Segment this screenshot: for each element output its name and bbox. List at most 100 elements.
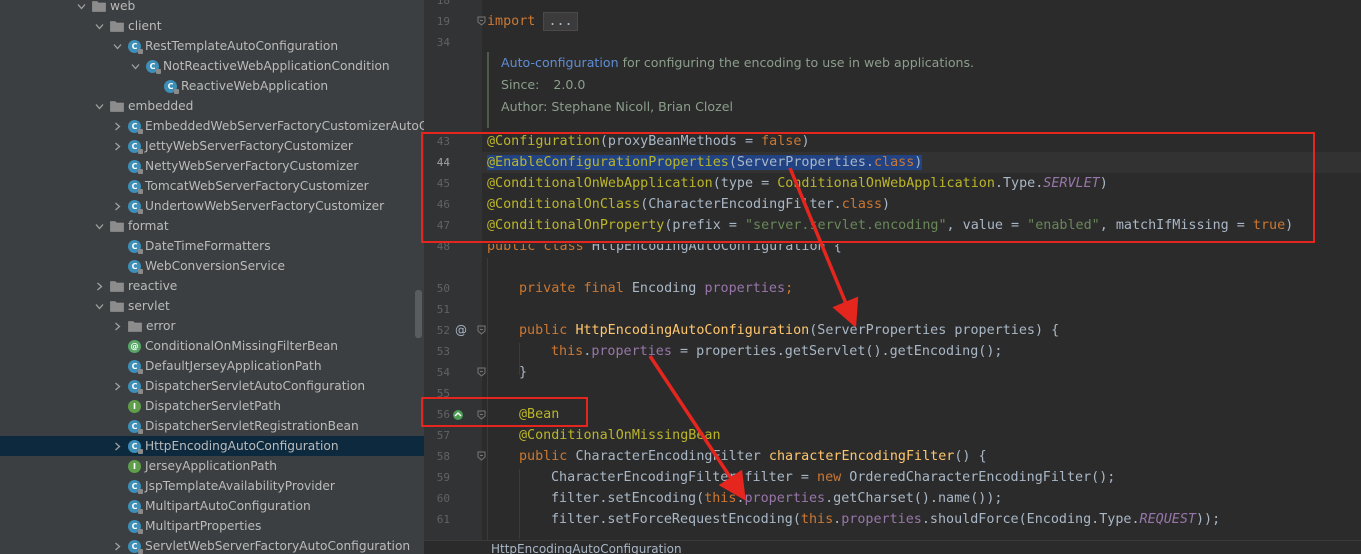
tree-item-datetimeformatters[interactable]: C DateTimeFormatters xyxy=(0,236,424,256)
project-tree[interactable]: web client C RestTemplateAutoConfiguration C… xyxy=(0,0,424,554)
code-token: filter.setForceRequestEncoding( xyxy=(551,512,801,527)
folder-icon xyxy=(128,320,142,332)
chevron-right-icon[interactable] xyxy=(94,279,104,293)
folded-imports[interactable]: ... xyxy=(543,11,578,31)
chevron-down-icon[interactable] xyxy=(112,39,122,53)
tree-item-format[interactable]: format xyxy=(0,216,424,236)
class-icon: C xyxy=(128,539,143,554)
code-line-58[interactable]: public CharacterEncodingFilter character… xyxy=(519,446,987,467)
tree-item-servlet[interactable]: servlet xyxy=(0,296,424,316)
fold-toggle-icon[interactable] xyxy=(477,325,486,335)
class-icon: C xyxy=(164,79,179,94)
tree-item-label: MultipartProperties xyxy=(145,519,262,533)
fold-toggle-icon[interactable] xyxy=(477,16,486,26)
line-number[interactable]: 19 xyxy=(424,11,450,32)
code-line-54[interactable]: } xyxy=(519,362,527,383)
breadcrumb-class[interactable]: HttpEncodingAutoConfiguration xyxy=(491,542,682,554)
line-number[interactable]: 53 xyxy=(424,341,450,362)
chevron-right-icon[interactable] xyxy=(112,379,122,393)
tree-item-nettywebserverfactorycustomizer[interactable]: C NettyWebServerFactoryCustomizer xyxy=(0,156,424,176)
fold-toggle-icon[interactable] xyxy=(477,451,486,461)
tree-item-notreactivewebapplicationcondition[interactable]: C NotReactiveWebApplicationCondition xyxy=(0,56,424,76)
tree-item-label: MultipartAutoConfiguration xyxy=(145,499,311,513)
editor-breadcrumb[interactable]: HttpEncodingAutoConfiguration xyxy=(424,540,1361,554)
tree-item-dispatcherservletregistrationbean[interactable]: C DispatcherServletRegistrationBean xyxy=(0,416,424,436)
line-number[interactable]: 57 xyxy=(424,425,450,446)
interface-icon: I xyxy=(128,399,141,413)
tree-scrollbar[interactable] xyxy=(415,290,422,338)
code-line-60[interactable]: filter.setEncoding(this.properties.getCh… xyxy=(551,488,1003,509)
line-number[interactable]: 50 xyxy=(424,278,450,299)
tree-item-webconversionservice[interactable]: C WebConversionService xyxy=(0,256,424,276)
line-number[interactable]: 58 xyxy=(424,446,450,467)
tree-item-multipartproperties[interactable]: C MultipartProperties xyxy=(0,516,424,536)
folder-icon xyxy=(110,100,124,112)
doc-link[interactable]: Auto-configuration xyxy=(501,55,619,70)
code-line-52[interactable]: public HttpEncodingAutoConfiguration(Ser… xyxy=(519,320,1059,341)
code-line-50[interactable]: private final Encoding properties; xyxy=(519,278,793,299)
tree-item-servletwebserverfactoryautoconfiguration[interactable]: C ServletWebServerFactoryAutoConfiguratio… xyxy=(0,536,424,554)
chevron-right-icon[interactable] xyxy=(112,139,122,153)
tree-item-jerseyapplicationpath[interactable]: I JerseyApplicationPath xyxy=(0,456,424,476)
code-line-19[interactable]: import ... xyxy=(487,11,578,32)
field-properties: properties xyxy=(841,512,922,527)
line-number[interactable]: 59 xyxy=(424,467,450,488)
tree-item-label: WebConversionService xyxy=(145,259,285,273)
bean-highlight-box xyxy=(421,397,588,427)
tree-item-conditionalonmissingfilterbean[interactable]: @ ConditionalOnMissingFilterBean xyxy=(0,336,424,356)
code-token: private final xyxy=(519,281,632,296)
code-line-61[interactable]: filter.setForceRequestEncoding(this.prop… xyxy=(551,509,1220,530)
tree-item-embeddedwebserverfactorycustomizerautoconfiguration[interactable]: C EmbeddedWebServerFactoryCustomizerAutoC… xyxy=(0,116,424,136)
line-number[interactable]: 18 xyxy=(424,0,450,11)
tree-item-reactivewebapplication[interactable]: C ReactiveWebApplication xyxy=(0,76,424,96)
override-marker-icon[interactable]: @ xyxy=(455,323,467,337)
tree-item-httpencodingautoconfiguration[interactable]: C HttpEncodingAutoConfiguration xyxy=(0,436,424,456)
tree-item-defaultjerseyapplicationpath[interactable]: C DefaultJerseyApplicationPath xyxy=(0,356,424,376)
line-number[interactable]: 60 xyxy=(424,488,450,509)
chevron-right-icon[interactable] xyxy=(112,119,122,133)
line-number[interactable]: 61 xyxy=(424,509,450,530)
fold-toggle-icon[interactable] xyxy=(477,367,486,377)
tree-item-jettywebserverfactorycustomizer[interactable]: C JettyWebServerFactoryCustomizer xyxy=(0,136,424,156)
chevron-down-icon[interactable] xyxy=(94,99,104,113)
tree-item-reactive[interactable]: reactive xyxy=(0,276,424,296)
line-number[interactable]: 52 xyxy=(424,320,450,341)
code-line-59[interactable]: CharacterEncodingFilter filter = new Ord… xyxy=(551,467,1115,488)
code-line-53[interactable]: this.properties = properties.getServlet(… xyxy=(551,341,1002,362)
doc-since-value: 2.0.0 xyxy=(553,77,586,92)
chevron-down-icon[interactable] xyxy=(94,219,104,233)
tree-item-dispatcherservletautoconfiguration[interactable]: C DispatcherServletAutoConfiguration xyxy=(0,376,424,396)
chevron-right-icon[interactable] xyxy=(112,539,122,553)
code-token: () { xyxy=(954,449,987,464)
chevron-down-icon[interactable] xyxy=(94,19,104,33)
chevron-right-icon[interactable] xyxy=(112,319,122,333)
tree-item-undertowwebserverfactorycustomizer[interactable]: C UndertowWebServerFactoryCustomizer xyxy=(0,196,424,216)
tree-item-jsptemplateavailabilityprovider[interactable]: C JspTemplateAvailabilityProvider xyxy=(0,476,424,496)
annotation-type-icon: @ xyxy=(128,339,141,353)
tree-item-dispatcherservletpath[interactable]: I DispatcherServletPath xyxy=(0,396,424,416)
tree-item-error[interactable]: error xyxy=(0,316,424,336)
code-line-57[interactable]: @ConditionalOnMissingBean xyxy=(519,425,721,446)
line-number[interactable]: 51 xyxy=(424,299,450,320)
line-number[interactable]: 34 xyxy=(424,32,450,53)
chevron-down-icon[interactable] xyxy=(94,299,104,313)
tree-item-client[interactable]: client xyxy=(0,16,424,36)
tree-item-label: DispatcherServletRegistrationBean xyxy=(145,419,359,433)
tree-item-resttemplateautoconfiguration[interactable]: C RestTemplateAutoConfiguration xyxy=(0,36,424,56)
chevron-right-icon[interactable] xyxy=(112,439,122,453)
tree-item-web[interactable]: web xyxy=(0,0,424,16)
chevron-down-icon[interactable] xyxy=(76,0,86,13)
code-token: = properties.getServlet().getEncoding(); xyxy=(671,344,1003,359)
code-editor[interactable]: 18 19 34 43 44 45 46 47 48 50 51 52 53 54 55 56 57 58 59 60… xyxy=(424,0,1361,554)
tree-item-tomcatwebserverfactorycustomizer[interactable]: C TomcatWebServerFactoryCustomizer xyxy=(0,176,424,196)
doc-author: Author: Stephane Nicoll, Brian Clozel xyxy=(501,99,733,114)
chevron-down-icon[interactable] xyxy=(130,59,140,73)
line-number[interactable]: 54 xyxy=(424,362,450,383)
tree-item-multipartautoconfiguration[interactable]: C MultipartAutoConfiguration xyxy=(0,496,424,516)
rendered-javadoc: Auto-configuration for configuring the e… xyxy=(487,52,1027,128)
tree-item-label: UndertowWebServerFactoryCustomizer xyxy=(145,199,385,213)
tree-item-embedded[interactable]: embedded xyxy=(0,96,424,116)
chevron-right-icon[interactable] xyxy=(112,199,122,213)
